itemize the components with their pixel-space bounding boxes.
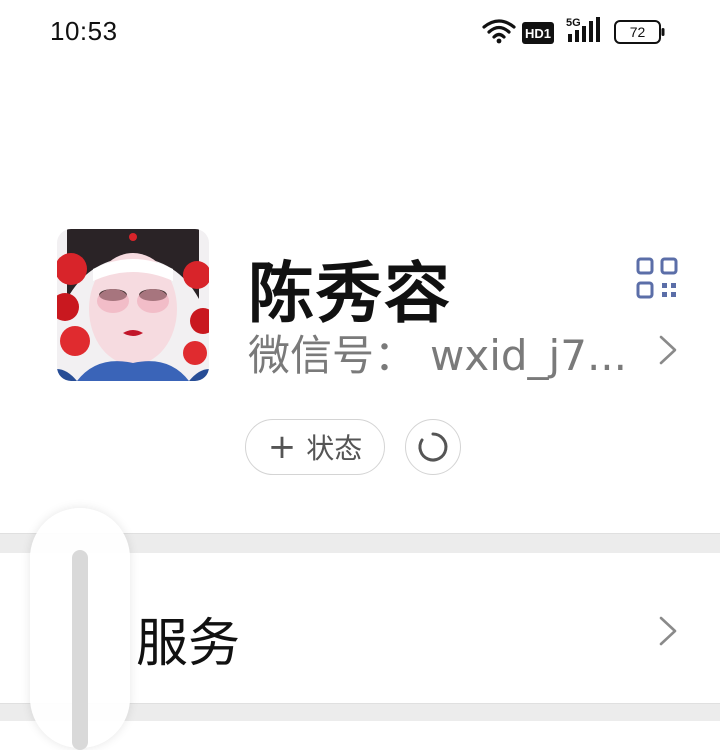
wechat-id-label: 微信号： [248,331,417,380]
scroll-bar[interactable] [72,550,88,750]
avatar[interactable] [57,229,209,381]
status-bar: 10:53 HD1 5G 72 [0,0,720,64]
scroll-handle[interactable] [30,508,130,750]
network-type-text: 5G [566,17,581,29]
opera-avatar-image [57,229,209,381]
qr-code-icon[interactable] [636,257,678,299]
hd-badge-text: HD1 [525,26,551,41]
add-status-label: 状态 [306,432,363,465]
plus-icon: + [267,427,297,467]
wechat-id-value: wxid_j7... [430,331,627,380]
chevron-right-icon[interactable] [656,334,680,366]
hd-badge-icon: HD1 [522,22,554,44]
wechat-id[interactable]: 微信号： wxid_j7... [248,322,648,383]
status-refresh-button[interactable] [405,419,461,475]
status-time: 10:53 [50,16,118,46]
add-status-button[interactable]: + 状态 [245,419,385,475]
signal-icon: 5G [566,17,600,42]
circle-refresh-icon [418,432,448,462]
battery-icon: 72 [614,20,665,44]
battery-level-text: 72 [630,24,646,40]
chevron-right-icon [659,616,677,646]
wifi-icon [482,19,516,44]
service-label: 服务 [136,614,241,674]
